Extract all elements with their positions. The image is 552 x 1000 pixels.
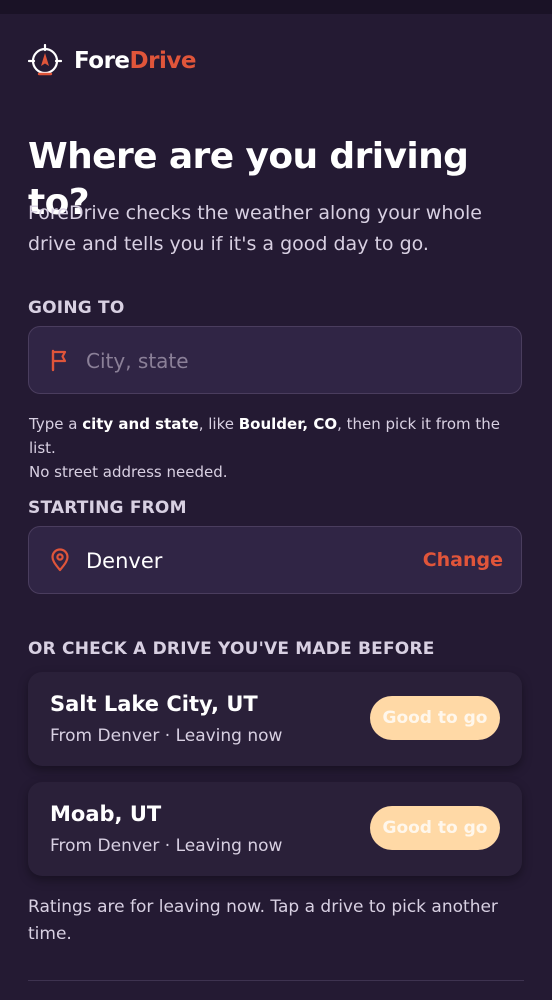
trip-setup-screen: ForeDrive Where are you driving to? Fore…: [0, 14, 552, 1000]
flag-icon: [51, 349, 67, 372]
compass-target-icon: [28, 44, 62, 76]
drive-destination: Moab, UT: [50, 802, 162, 826]
brand-name-primary: Fore: [74, 48, 130, 74]
status-bar: [0, 0, 552, 14]
ratings-footnote: Ratings are for leaving now. Tap a drive…: [28, 897, 498, 944]
origin-value: Denver: [86, 549, 163, 573]
hint-text-4: No street address needed.: [29, 463, 228, 481]
hint-text-2: , like: [198, 415, 239, 433]
hint-text-1: Type a: [29, 415, 83, 433]
destination-input[interactable]: City, state: [28, 326, 522, 394]
drive-rating-badge: Good to go: [370, 806, 500, 850]
destination-label: GOING TO: [28, 298, 125, 318]
recent-drives-label: OR CHECK A DRIVE YOU'VE MADE BEFORE: [28, 639, 435, 659]
brand-name-accent: Drive: [129, 48, 197, 74]
hint-bold-1: city and state: [82, 415, 199, 433]
drive-rating-badge: Good to go: [370, 696, 500, 740]
change-origin-button[interactable]: Change: [423, 549, 503, 571]
drive-meta: From Denver · Leaving now: [50, 836, 283, 856]
brand-name: ForeDrive: [74, 48, 196, 74]
divider: [28, 980, 524, 981]
destination-placeholder: City, state: [86, 349, 189, 373]
location-pin-icon: [51, 548, 69, 572]
origin-label: STARTING FROM: [28, 498, 187, 518]
destination-hint: Type a city and state, like Boulder, CO,…: [29, 412, 529, 484]
recent-drive-card[interactable]: Salt Lake City, UT From Denver · Leaving…: [28, 672, 522, 766]
recent-drive-card[interactable]: Moab, UT From Denver · Leaving now Good …: [28, 782, 522, 876]
hint-bold-2: Boulder, CO: [238, 415, 338, 433]
drive-destination: Salt Lake City, UT: [50, 692, 258, 716]
drive-meta: From Denver · Leaving now: [50, 726, 283, 746]
brand-header: ForeDrive: [28, 44, 196, 78]
origin-field[interactable]: Denver Change: [28, 526, 522, 594]
page-subtitle: ForeDrive checks the weather along your …: [28, 202, 482, 255]
